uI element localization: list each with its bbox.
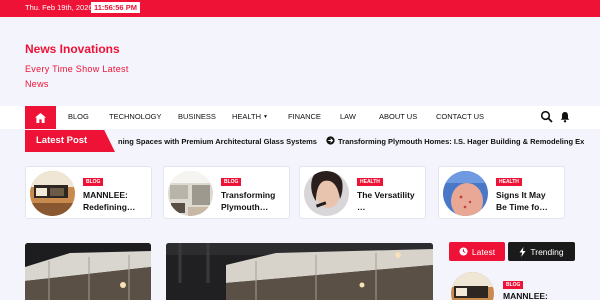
nav-item-business[interactable]: BUSINESS [178,112,216,121]
tab-latest-label: Latest [471,246,496,257]
main-nav: BLOG TECHNOLOGY BUSINESS HEALTH ▼ FINANCE… [0,106,600,129]
post-title[interactable]: MANNLEE: [503,291,548,300]
nav-item-technology[interactable]: TECHNOLOGY [109,112,162,121]
nav-item-law[interactable]: LAW [340,112,356,121]
post-title[interactable]: Transforming Plymouth… [221,189,281,213]
bolt-icon [519,246,526,257]
home-icon [35,112,46,123]
category-badge[interactable]: HEALTH [357,178,383,186]
category-badge[interactable]: BLOG [221,178,242,186]
featured-post-image[interactable] [166,243,433,300]
post-thumbnail[interactable] [304,171,349,216]
clock-icon [459,247,468,256]
post-thumbnail[interactable] [30,171,75,216]
post-card[interactable]: HEALTH The Versatility … [299,166,426,219]
site-tagline: Every Time Show Latest News [25,64,129,89]
post-card[interactable]: HEALTH Signs It May Be Time fo… [438,166,565,219]
category-badge[interactable]: BLOG [503,281,524,289]
tab-trending[interactable]: Trending [508,242,575,261]
date-text: Thu. Feb 19th, 2026 [25,3,93,12]
nav-item-contact-us[interactable]: CONTACT US [436,112,484,121]
top-bar: Thu. Feb 19th, 2026 11:56:56 PM [0,0,600,17]
ticker-label: Latest Post [25,130,115,152]
ticker-item[interactable]: ning Spaces with Premium Architectural G… [118,137,317,146]
tab-latest[interactable]: Latest [449,242,505,261]
post-card[interactable]: BLOG Transforming Plymouth… [163,166,290,219]
bell-icon[interactable] [559,111,571,123]
post-title[interactable]: Signs It May Be Time fo… [496,189,556,213]
nav-item-blog[interactable]: BLOG [68,112,89,121]
post-title[interactable]: The Versatility … [357,189,417,213]
search-icon[interactable] [540,110,554,124]
nav-item-finance[interactable]: FINANCE [288,112,321,121]
arrow-right-circle-icon [326,136,335,145]
site-title[interactable]: News Inovations [25,42,120,56]
post-thumbnail[interactable] [451,272,494,300]
nav-home-button[interactable] [25,106,56,129]
news-ticker: Latest Post ning Spaces with Premium Arc… [0,130,600,153]
chevron-down-icon: ▼ [263,114,268,121]
post-title[interactable]: MANNLEE: Redefining… [83,189,143,213]
nav-item-health-label: HEALTH [232,112,262,121]
nav-item-health[interactable]: HEALTH ▼ [232,112,268,121]
nav-item-about-us[interactable]: ABOUT US [379,112,417,121]
category-badge[interactable]: HEALTH [496,178,522,186]
post-card[interactable]: BLOG MANNLEE: Redefining… [25,166,152,219]
tab-trending-label: Trending [530,246,564,257]
post-thumbnail[interactable] [168,171,213,216]
clock-text: 11:56:56 PM [91,2,140,13]
ticker-item[interactable]: Transforming Plymouth Homes: I.S. Hager … [338,137,584,146]
post-thumbnail[interactable] [443,171,488,216]
category-badge[interactable]: BLOG [83,178,104,186]
featured-post-image[interactable] [25,243,151,300]
